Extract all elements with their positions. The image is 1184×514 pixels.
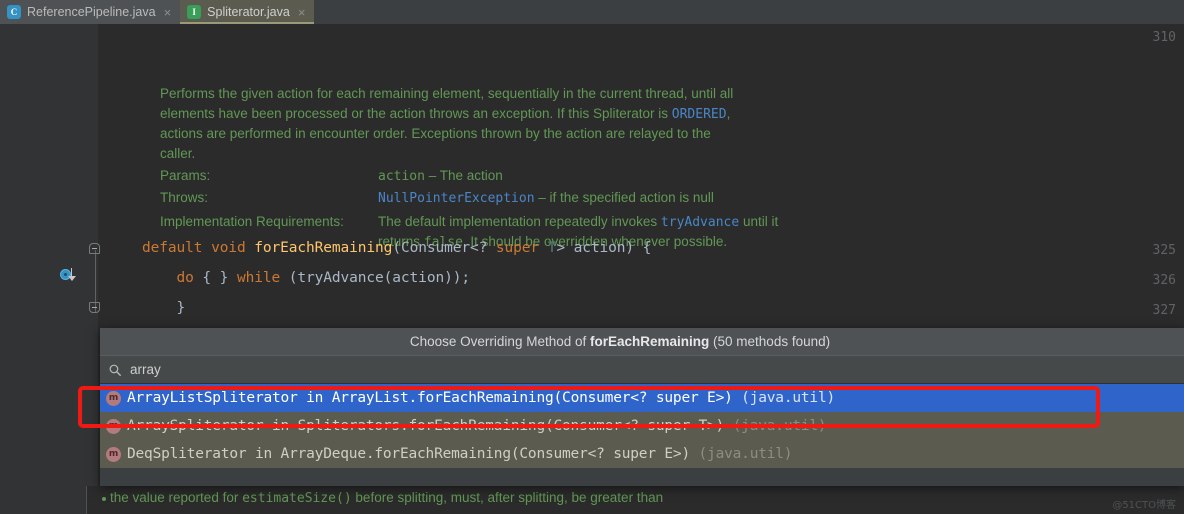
method-icon: m (106, 446, 121, 462)
tab-reference-pipeline[interactable]: C ReferencePipeline.java × (0, 0, 181, 24)
list-item-name: DeqSpliterator (127, 446, 247, 462)
popup-title-method: forEachRemaining (590, 334, 710, 349)
line-number: 310 (1152, 30, 1176, 45)
type-consumer: Consumer<? (400, 240, 496, 256)
javadoc-comma: , (726, 106, 731, 121)
bottom-gutter-divider (86, 486, 87, 514)
code-folding-strip[interactable] (86, 24, 98, 514)
fold-expand-icon[interactable] (89, 302, 100, 313)
fold-collapse-icon[interactable] (89, 243, 100, 254)
javadoc-impl-line-1: The default implementation repeatedly in… (378, 214, 778, 230)
list-item-in: in (246, 446, 281, 462)
list-item-owner: ArrayDeque.forEachRemaining(Consumer<? s… (280, 446, 691, 462)
editor-tab-bar: C ReferencePipeline.java × I Spliterator… (0, 0, 1184, 24)
method-name-foreachremaining[interactable]: forEachRemaining (254, 240, 392, 256)
bottom-javadoc-text: the value reported for estimateSize() be… (110, 490, 663, 506)
marker-arrow-head (68, 276, 76, 281)
bd-code: estimateSize() (242, 491, 352, 506)
javadoc-bottom-region: the value reported for estimateSize() be… (0, 486, 1184, 514)
paren: ( (392, 240, 401, 256)
kw-while: while (236, 270, 281, 286)
javadoc-params-value: action – The action (378, 168, 503, 184)
code-line-326[interactable]: do { } while (tryAdvance(action)); (142, 270, 471, 286)
javadoc-throws-value: NullPointerException – if the specified … (378, 190, 714, 206)
overridden-method-marker-icon[interactable] (60, 268, 80, 282)
code-rest: > action) { (556, 240, 652, 256)
list-item[interactable]: m ArraySpliterator in Spliterators.forEac… (100, 412, 1184, 440)
watermark: @51CTO博客 (1112, 500, 1176, 511)
javadoc-line-2: elements have been processed or the acti… (160, 106, 730, 122)
code-line-325[interactable]: default void forEachRemaining(Consumer<?… (142, 240, 651, 256)
method-icon: m (106, 418, 121, 434)
list-item-owner: Spliterators.forEachRemaining(Consumer<?… (297, 418, 725, 434)
kw-super: super (495, 240, 540, 256)
javadoc-line-1: Performs the given action for each remai… (160, 86, 734, 101)
javadoc-link-npe[interactable]: NullPointerException (378, 191, 535, 206)
javadoc-params-label: Params: (160, 168, 211, 183)
line-number: 327 (1152, 303, 1176, 318)
impl-text-a: The default implementation repeatedly in… (378, 214, 661, 229)
javadoc-impl-label: Implementation Requirements: (160, 214, 344, 229)
search-input[interactable]: array (130, 362, 161, 377)
list-item-owner: ArrayList.forEachRemaining(Consumer<? su… (331, 390, 733, 406)
popup-title-suffix: (50 methods found) (709, 334, 831, 349)
java-class-icon: C (7, 5, 21, 19)
list-item-package: (java.util) (689, 446, 793, 462)
list-item[interactable]: m DeqSpliterator in ArrayDeque.forEachRem… (100, 440, 1184, 468)
list-item-name: ArraySpliterator (127, 418, 264, 434)
tab-spliterator[interactable]: I Spliterator.java × (180, 0, 315, 24)
java-interface-icon: I (187, 5, 202, 19)
type-param-t: T (539, 240, 557, 256)
javadoc-throws-label: Throws: (160, 190, 209, 205)
javadoc-line-4: caller. (160, 146, 196, 161)
method-icon: m (106, 390, 121, 406)
close-icon[interactable]: × (164, 6, 172, 19)
close-icon[interactable]: × (298, 6, 306, 19)
tab-label: ReferencePipeline.java (27, 5, 156, 19)
javadoc-link-tryadvance[interactable]: tryAdvance (661, 215, 739, 230)
line-number-gutter (0, 24, 56, 514)
throws-desc: – if the specified action is null (534, 190, 714, 205)
javadoc-link-ordered[interactable]: ORDERED (672, 107, 727, 122)
popup-search-row[interactable]: array (100, 356, 1184, 384)
tab-label: Spliterator.java (207, 5, 290, 19)
choose-overriding-method-popup[interactable]: Choose Overriding Method of forEachRemai… (100, 328, 1184, 486)
kw-default: default (142, 240, 203, 256)
bullet-icon (102, 497, 106, 501)
closing-brace: } (176, 300, 186, 316)
bottom-gutter (0, 486, 86, 514)
list-item-in: in (297, 390, 332, 406)
list-item[interactable]: m ArrayListSpliterator in ArrayList.forEa… (100, 384, 1184, 412)
list-item-package: (java.util) (732, 390, 835, 406)
kw-do: do (176, 270, 194, 286)
list-item-package: (java.util) (724, 418, 827, 434)
line-number: 326 (1152, 273, 1176, 288)
bd-text-a: the value reported for (110, 490, 243, 505)
list-item-name: ArrayListSpliterator (127, 390, 298, 406)
impl-text-b: until it (739, 214, 779, 229)
javadoc-text: elements have been processed or the acti… (160, 106, 672, 121)
param-desc: – The action (424, 168, 503, 183)
search-icon (109, 364, 121, 376)
popup-title-prefix: Choose Overriding Method of (409, 334, 590, 349)
popup-title: Choose Overriding Method of forEachRemai… (100, 328, 1184, 356)
code-line-327[interactable]: } (142, 300, 186, 316)
javadoc-line-3: actions are performed in encounter order… (160, 126, 711, 141)
kw-void: void (211, 240, 246, 256)
bd-text-b: before splitting, must, after splitting,… (351, 490, 664, 505)
line-number: 325 (1152, 243, 1176, 258)
list-item-in: in (263, 418, 298, 434)
param-name: action (378, 169, 425, 184)
code-rest: (tryAdvance(action)); (280, 270, 470, 286)
braces: { } (193, 270, 237, 286)
